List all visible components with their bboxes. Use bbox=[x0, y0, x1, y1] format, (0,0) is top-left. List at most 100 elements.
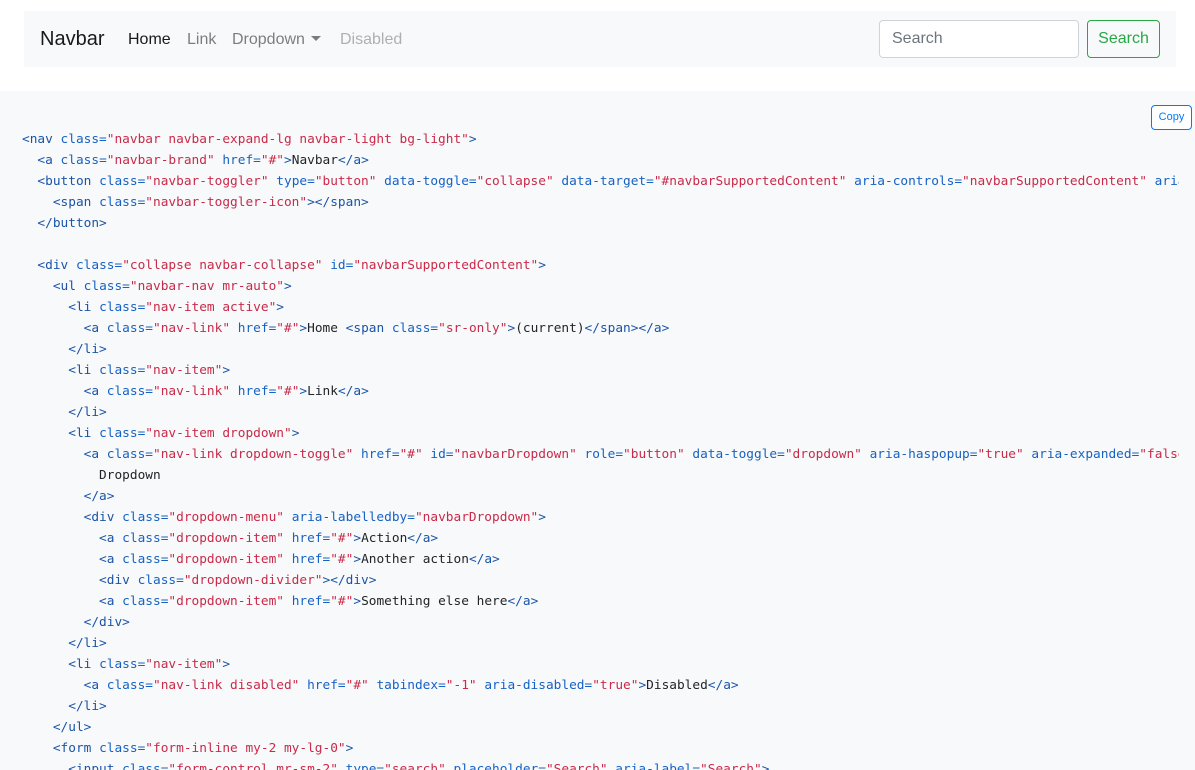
code-token: class= bbox=[106, 447, 153, 462]
code-line: <nav class="navbar navbar-expand-lg navb… bbox=[22, 129, 1179, 150]
code-token: aria-haspopup= bbox=[861, 447, 978, 462]
code-listing: <nav class="navbar navbar-expand-lg navb… bbox=[22, 129, 1179, 770]
copy-button[interactable]: Copy bbox=[1151, 105, 1192, 130]
code-token: "navbarSupportedContent" bbox=[353, 258, 539, 273]
navbar-brand[interactable]: Navbar bbox=[40, 25, 104, 53]
code-line: <a class="nav-link" href="#">Home <span … bbox=[22, 318, 1179, 339]
code-line: <a class="dropdown-item" href="#">Anothe… bbox=[22, 549, 1179, 570]
code-token: "#" bbox=[399, 447, 423, 462]
code-line: <a class="navbar-brand" href="#">Navbar<… bbox=[22, 150, 1179, 171]
code-token: > bbox=[291, 426, 300, 441]
code-token: "nav-item dropdown" bbox=[145, 426, 292, 441]
code-token: > bbox=[222, 657, 231, 672]
code-line: </a> bbox=[22, 486, 1179, 507]
code-token: > bbox=[468, 132, 477, 147]
nav-link-link[interactable]: Link bbox=[187, 28, 216, 52]
code-token: data-toggle= bbox=[684, 447, 785, 462]
code-line: <a class="dropdown-item" href="#">Action… bbox=[22, 528, 1179, 549]
code-token: > bbox=[761, 762, 770, 770]
code-line: <div class="dropdown-divider"></div> bbox=[22, 570, 1179, 591]
code-token: "#" bbox=[345, 678, 369, 693]
code-token: <span bbox=[52, 195, 100, 210]
nav-link-dropdown[interactable]: Dropdown bbox=[232, 28, 321, 52]
code-token: "nav-item active" bbox=[145, 300, 277, 315]
code-token: "navbar-brand" bbox=[106, 153, 215, 168]
code-token: class= bbox=[99, 426, 146, 441]
code-token: "navbar-nav mr-auto" bbox=[129, 279, 284, 294]
code-token: "nav-link" bbox=[153, 384, 231, 399]
code-token: <ul bbox=[52, 279, 84, 294]
code-token: </li> bbox=[68, 405, 107, 420]
code-token: type= bbox=[337, 762, 385, 770]
code-token: class= bbox=[99, 300, 146, 315]
code-token: "nav-link dropdown-toggle" bbox=[153, 447, 354, 462]
code-token: "#" bbox=[260, 153, 285, 168]
code-line: <input class="form-control mr-sm-2" type… bbox=[22, 759, 1179, 770]
code-token: href= bbox=[283, 594, 331, 609]
code-token: data-toggle= bbox=[376, 174, 477, 189]
code-token: > bbox=[353, 552, 362, 567]
code-token: class= bbox=[60, 153, 107, 168]
code-token: "collapse" bbox=[476, 174, 554, 189]
code-line: </li> bbox=[22, 633, 1179, 654]
search-button[interactable]: Search bbox=[1087, 20, 1160, 58]
code-line: <form class="form-inline my-2 my-lg-0"> bbox=[22, 738, 1179, 759]
code-line: <a class="dropdown-item" href="#">Someth… bbox=[22, 591, 1179, 612]
caret-down-icon bbox=[310, 36, 321, 41]
code-line: <button class="navbar-toggler" type="but… bbox=[22, 171, 1179, 192]
code-token: class= bbox=[99, 174, 146, 189]
code-token: class= bbox=[106, 321, 153, 336]
code-token: > bbox=[538, 510, 546, 525]
code-token: "dropdown-item" bbox=[168, 594, 284, 609]
code-token: </a> bbox=[468, 552, 500, 567]
code-token: </li> bbox=[68, 342, 107, 357]
code-token: "form-control mr-sm-2" bbox=[168, 762, 338, 770]
code-token: <div bbox=[99, 573, 138, 588]
code-token: aria-expanded= bbox=[1023, 447, 1140, 462]
code-token: > bbox=[283, 279, 292, 294]
code-token: </a> bbox=[337, 153, 369, 168]
code-token: "search" bbox=[384, 762, 446, 770]
code-token: href= bbox=[353, 447, 400, 462]
code-token: "sr-only" bbox=[438, 321, 508, 336]
code-line: <div class="dropdown-menu" aria-labelled… bbox=[22, 507, 1179, 528]
code-line: </button> bbox=[22, 213, 1179, 234]
code-token: class= bbox=[122, 552, 169, 567]
code-token: > bbox=[276, 300, 284, 315]
code-token: class= bbox=[99, 363, 146, 378]
code-token: (current) bbox=[515, 321, 585, 336]
search-input[interactable] bbox=[879, 20, 1079, 58]
code-token: class= bbox=[83, 279, 130, 294]
code-token: class= bbox=[122, 531, 169, 546]
code-line: <ul class="navbar-nav mr-auto"> bbox=[22, 276, 1179, 297]
code-token: <form bbox=[52, 741, 100, 756]
code-token: Disabled bbox=[646, 678, 708, 693]
code-line: </li> bbox=[22, 339, 1179, 360]
code-token: > bbox=[299, 321, 308, 336]
code-token: class= bbox=[60, 132, 107, 147]
code-line: <a class="nav-link" href="#">Link</a> bbox=[22, 381, 1179, 402]
code-token: <a bbox=[83, 447, 107, 462]
code-token: class= bbox=[122, 594, 169, 609]
nav-link-home[interactable]: Home bbox=[128, 28, 171, 52]
code-token: "#" bbox=[330, 594, 354, 609]
code-token: ></div> bbox=[322, 573, 377, 588]
code-line: <a class="nav-link disabled" href="#" ta… bbox=[22, 675, 1179, 696]
code-token: <li bbox=[68, 300, 100, 315]
code-token: "dropdown" bbox=[784, 447, 862, 462]
code-token: <li bbox=[68, 426, 100, 441]
code-line: <span class="navbar-toggler-icon"></span… bbox=[22, 192, 1179, 213]
code-token: "nav-link" bbox=[153, 321, 231, 336]
code-token: id= bbox=[322, 258, 354, 273]
